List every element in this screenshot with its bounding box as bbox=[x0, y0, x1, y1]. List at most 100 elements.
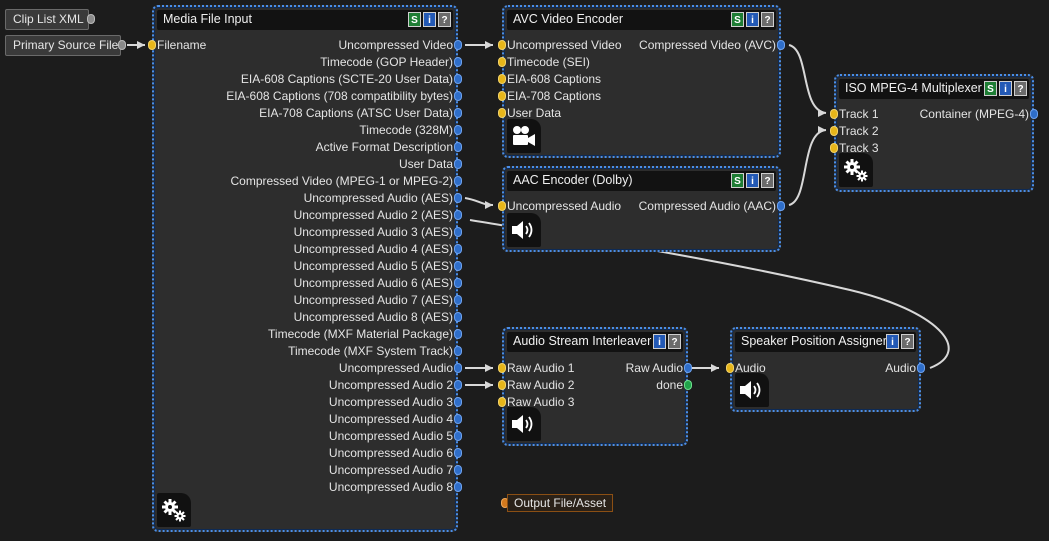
input-port[interactable] bbox=[498, 91, 506, 101]
input-port[interactable] bbox=[726, 363, 734, 373]
help-badge[interactable]: ? bbox=[668, 334, 681, 349]
input-port[interactable] bbox=[830, 126, 838, 136]
output-port[interactable] bbox=[454, 346, 462, 356]
output-port[interactable] bbox=[454, 329, 462, 339]
clip-list-xml-label: Clip List XML bbox=[13, 12, 84, 26]
output-file-asset-label: Output File/Asset bbox=[514, 496, 607, 510]
output-port[interactable] bbox=[684, 363, 692, 373]
output-label: Uncompressed Audio 4 bbox=[328, 412, 453, 426]
speaker-position-assigner-node[interactable]: Speaker Position Assigner i? Audio Audio bbox=[726, 327, 925, 412]
info-badge[interactable]: i bbox=[746, 173, 759, 188]
wire-avc-to-track1 bbox=[788, 44, 827, 114]
output-port[interactable] bbox=[454, 125, 462, 135]
aac-encoder-node[interactable]: AAC Encoder (Dolby) Si? Uncompressed Audio… bbox=[498, 166, 785, 252]
settings-badge[interactable]: S bbox=[984, 81, 997, 96]
done-port[interactable] bbox=[684, 380, 692, 390]
output-port[interactable] bbox=[454, 363, 462, 373]
output-label: Compressed Video (MPEG-1 or MPEG-2) bbox=[230, 174, 453, 188]
wire-aac-to-track2 bbox=[788, 129, 827, 206]
help-badge[interactable]: ? bbox=[1014, 81, 1027, 96]
info-badge[interactable]: i bbox=[653, 334, 666, 349]
info-badge[interactable]: i bbox=[746, 12, 759, 27]
primary-source-file-port[interactable] bbox=[118, 40, 126, 50]
info-badge[interactable]: i bbox=[886, 334, 899, 349]
primary-source-file-input[interactable]: Primary Source File bbox=[5, 35, 121, 56]
input-port[interactable] bbox=[498, 397, 506, 407]
output-port[interactable] bbox=[454, 244, 462, 254]
output-label: Container (MPEG-4) bbox=[919, 107, 1029, 121]
output-port[interactable] bbox=[917, 363, 925, 373]
iso-mp4-mux-titlebar[interactable]: ISO MPEG-4 Multiplexer Si? bbox=[839, 79, 1029, 99]
output-port[interactable] bbox=[454, 91, 462, 101]
output-port[interactable] bbox=[454, 176, 462, 186]
media-file-input-node[interactable]: Media File Input Si? Filename Uncompressed … bbox=[148, 5, 462, 532]
gears-icon[interactable] bbox=[157, 493, 191, 527]
output-port[interactable] bbox=[454, 159, 462, 169]
settings-badge[interactable]: S bbox=[731, 173, 744, 188]
audio-stream-interleaver-node[interactable]: Audio Stream Interleaver i? Raw Audio 1 Raw… bbox=[498, 327, 692, 446]
media-file-input-titlebar[interactable]: Media File Input Si? bbox=[157, 10, 453, 30]
input-port[interactable] bbox=[498, 108, 506, 118]
node-badges: Si? bbox=[731, 12, 774, 27]
output-label: Uncompressed Audio 3 bbox=[328, 395, 453, 409]
output-file-asset[interactable]: Output File/Asset bbox=[507, 494, 614, 512]
input-port[interactable] bbox=[498, 363, 506, 373]
input-port[interactable] bbox=[498, 380, 506, 390]
input-port[interactable] bbox=[830, 109, 838, 119]
output-port[interactable] bbox=[454, 278, 462, 288]
output-port[interactable] bbox=[454, 397, 462, 407]
output-port[interactable] bbox=[454, 448, 462, 458]
speaker-icon[interactable] bbox=[507, 407, 541, 441]
input-label: Uncompressed Video bbox=[507, 38, 622, 52]
speaker-icon[interactable] bbox=[507, 213, 541, 247]
help-badge[interactable]: ? bbox=[901, 334, 914, 349]
output-label: Uncompressed Audio 2 (AES) bbox=[293, 208, 453, 222]
info-badge[interactable]: i bbox=[423, 12, 436, 27]
video-camera-icon[interactable] bbox=[507, 119, 541, 153]
output-port[interactable] bbox=[454, 108, 462, 118]
input-port[interactable] bbox=[830, 143, 838, 153]
output-port[interactable] bbox=[1030, 109, 1038, 119]
output-port[interactable] bbox=[454, 465, 462, 475]
output-port[interactable] bbox=[454, 57, 462, 67]
speaker-position-assigner-titlebar[interactable]: Speaker Position Assigner i? bbox=[735, 332, 916, 352]
info-badge[interactable]: i bbox=[999, 81, 1012, 96]
input-label: Track 1 bbox=[839, 107, 879, 121]
output-port[interactable] bbox=[454, 261, 462, 271]
input-port[interactable] bbox=[148, 40, 156, 50]
output-port[interactable] bbox=[454, 227, 462, 237]
output-port[interactable] bbox=[454, 74, 462, 84]
output-port[interactable] bbox=[777, 201, 785, 211]
output-port[interactable] bbox=[454, 482, 462, 492]
settings-badge[interactable]: S bbox=[408, 12, 421, 27]
input-port[interactable] bbox=[498, 74, 506, 84]
input-label: Timecode (SEI) bbox=[507, 55, 590, 69]
avc-video-encoder-titlebar[interactable]: AVC Video Encoder Si? bbox=[507, 10, 776, 30]
clip-list-xml-port[interactable] bbox=[87, 14, 95, 24]
input-port[interactable] bbox=[498, 57, 506, 67]
clip-list-xml-input[interactable]: Clip List XML bbox=[5, 9, 89, 30]
input-port[interactable] bbox=[498, 201, 506, 211]
aac-encoder-titlebar[interactable]: AAC Encoder (Dolby) Si? bbox=[507, 171, 776, 191]
output-port[interactable] bbox=[454, 414, 462, 424]
output-port[interactable] bbox=[777, 40, 785, 50]
help-badge[interactable]: ? bbox=[761, 12, 774, 27]
help-badge[interactable]: ? bbox=[761, 173, 774, 188]
help-badge[interactable]: ? bbox=[438, 12, 451, 27]
output-label: Uncompressed Audio bbox=[338, 361, 453, 375]
audio-stream-interleaver-titlebar[interactable]: Audio Stream Interleaver i? bbox=[507, 332, 683, 352]
input-port[interactable] bbox=[498, 40, 506, 50]
iso-mp4-mux-node[interactable]: ISO MPEG-4 Multiplexer Si? Track 1 Track 2T… bbox=[830, 74, 1038, 192]
output-port[interactable] bbox=[454, 380, 462, 390]
output-port[interactable] bbox=[454, 193, 462, 203]
output-port[interactable] bbox=[454, 210, 462, 220]
output-port[interactable] bbox=[454, 40, 462, 50]
output-port[interactable] bbox=[454, 142, 462, 152]
settings-badge[interactable]: S bbox=[731, 12, 744, 27]
gears-icon[interactable] bbox=[839, 153, 873, 187]
output-port[interactable] bbox=[454, 431, 462, 441]
output-port[interactable] bbox=[454, 295, 462, 305]
avc-video-encoder-node[interactable]: AVC Video Encoder Si? Uncompressed Video Ti… bbox=[498, 5, 785, 158]
output-port[interactable] bbox=[454, 312, 462, 322]
speaker-icon[interactable] bbox=[735, 373, 769, 407]
